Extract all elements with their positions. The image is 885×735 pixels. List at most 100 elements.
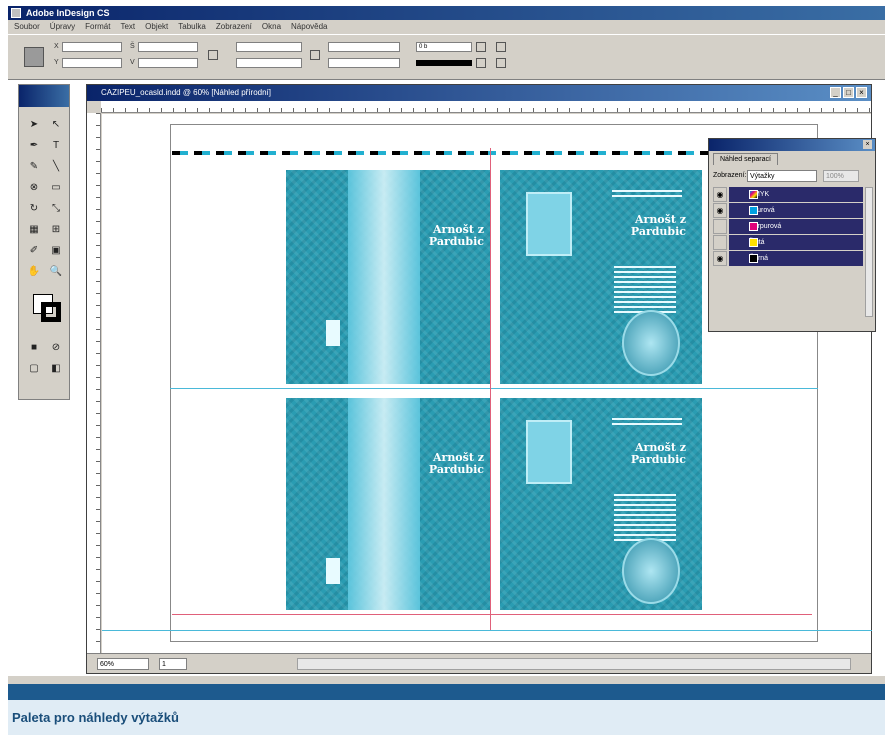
horizontal-ruler[interactable] (101, 101, 871, 113)
horizontal-guide[interactable] (170, 388, 818, 389)
palette-title-bar[interactable]: × (709, 139, 875, 151)
gradient-tool-icon[interactable]: ▦ (25, 220, 43, 238)
toolbox-header (19, 85, 69, 107)
horizontal-guide[interactable] (102, 630, 872, 631)
scale-x-field[interactable] (236, 42, 302, 52)
panel-title: Arnošt z Pardubic (428, 223, 484, 248)
column-artwork (348, 398, 420, 610)
zoom-field[interactable]: 60% (97, 658, 149, 670)
menu-bar: Soubor Úpravy Formát Text Objekt Tabulka… (8, 20, 885, 34)
spread-panel-bottom-right[interactable]: Arnošt z Pardubic (500, 398, 702, 610)
eyedropper-tool-icon[interactable]: ✐ (25, 241, 43, 259)
vertical-guide[interactable] (490, 148, 491, 630)
rotation-field[interactable] (328, 42, 400, 52)
scale-y-field[interactable] (236, 58, 302, 68)
separation-row[interactable]: ◉ Azurová (713, 203, 863, 218)
constrain-proportions-icon[interactable] (208, 50, 218, 60)
fill-stroke-swatches[interactable] (27, 290, 61, 330)
stroke-style-dropdown-icon[interactable] (476, 58, 486, 68)
menu-format[interactable]: Formát (85, 20, 110, 34)
palette-scrollbar[interactable] (865, 187, 873, 317)
menu-table[interactable]: Tabulka (178, 20, 206, 34)
app-title: Adobe InDesign CS (26, 8, 110, 18)
text-block (614, 266, 676, 314)
separation-row[interactable]: ◉ CMYK (713, 187, 863, 202)
app-icon (11, 8, 21, 18)
maximize-button[interactable]: □ (843, 87, 854, 98)
effects-icon[interactable] (496, 42, 506, 52)
menu-edit[interactable]: Úpravy (50, 20, 75, 34)
button-tool-icon[interactable]: ▣ (47, 241, 65, 259)
ellipse-frame-tool-icon[interactable]: ⊗ (25, 178, 43, 196)
eye-icon[interactable] (713, 219, 727, 234)
stroke-swatch[interactable] (41, 302, 61, 322)
stroke-style-swatch[interactable] (416, 60, 472, 66)
bleed-guide (172, 614, 812, 615)
palette-close-icon[interactable]: × (863, 140, 872, 149)
menu-text[interactable]: Text (120, 20, 135, 34)
color-swatch (749, 238, 758, 247)
menu-object[interactable]: Objekt (145, 20, 168, 34)
spread-panel-top-right[interactable]: Arnošt z Pardubic (500, 170, 702, 384)
eye-icon[interactable]: ◉ (713, 251, 727, 266)
pencil-tool-icon[interactable]: ✎ (25, 157, 43, 175)
eye-icon[interactable]: ◉ (713, 187, 727, 202)
stroke-dropdown-icon[interactable] (476, 42, 486, 52)
pen-tool-icon[interactable]: ✒ (25, 136, 43, 154)
color-swatch (749, 222, 758, 231)
separation-row[interactable]: Žlutá (713, 235, 863, 250)
reference-point-icon[interactable] (24, 47, 44, 67)
view-select[interactable]: Výtažky (747, 170, 817, 182)
document-status-bar: 60% 1 (87, 653, 871, 673)
percent-select[interactable]: 100% (823, 170, 859, 182)
height-field[interactable] (138, 58, 198, 68)
minimize-button[interactable]: _ (830, 87, 841, 98)
hand-tool-icon[interactable]: ✋ (25, 262, 43, 280)
spread-panel-top-left[interactable]: Arnošt z Pardubic (286, 170, 490, 384)
separations-list: ◉ CMYK ◉ Azurová Purpurová Žlutá ◉ Černá (713, 187, 863, 267)
y-field[interactable] (62, 58, 122, 68)
direct-selection-tool-icon[interactable]: ↖ (47, 115, 65, 133)
eye-icon[interactable] (713, 235, 727, 250)
menu-help[interactable]: Nápověda (291, 20, 327, 34)
menu-view[interactable]: Zobrazení (216, 20, 252, 34)
separations-tab[interactable]: Náhled separací (713, 153, 778, 165)
logo-mark (326, 320, 340, 346)
horizontal-scrollbar[interactable] (297, 658, 851, 670)
scale-lock-icon[interactable] (310, 50, 320, 60)
type-tool-icon[interactable]: T (47, 136, 65, 154)
rectangle-tool-icon[interactable]: ▭ (47, 178, 65, 196)
close-button[interactable]: × (856, 87, 867, 98)
vertical-ruler[interactable] (87, 113, 101, 653)
text-block (612, 418, 682, 428)
apply-none-icon[interactable]: ⊘ (47, 338, 65, 356)
menu-window[interactable]: Okna (262, 20, 281, 34)
rotate-tool-icon[interactable]: ↻ (25, 199, 43, 217)
panel-title: Arnošt z Pardubic (428, 451, 484, 476)
eye-icon[interactable]: ◉ (713, 203, 727, 218)
spread-panel-bottom-left[interactable]: Arnošt z Pardubic (286, 398, 490, 610)
selection-tool-icon[interactable]: ➤ (25, 115, 43, 133)
document-title-bar: CAZIPEU_ocasld.indd @ 60% [Náhled přírod… (87, 85, 871, 101)
preview-view-icon[interactable]: ◧ (47, 359, 65, 377)
apply-color-icon[interactable]: ■ (25, 338, 43, 356)
x-field[interactable] (62, 42, 122, 52)
oval-artwork (622, 310, 680, 376)
free-transform-tool-icon[interactable]: ⊞ (47, 220, 65, 238)
line-tool-icon[interactable]: ╲ (47, 157, 65, 175)
normal-view-icon[interactable]: ▢ (25, 359, 43, 377)
scale-tool-icon[interactable]: ⤡ (47, 199, 65, 217)
page-field[interactable]: 1 (159, 658, 187, 670)
width-field[interactable] (138, 42, 198, 52)
menu-file[interactable]: Soubor (14, 20, 40, 34)
text-block (614, 494, 676, 542)
stroke-weight-field[interactable]: 0 b (416, 42, 472, 52)
shear-field[interactable] (328, 58, 400, 68)
zoom-tool-icon[interactable]: 🔍 (47, 262, 65, 280)
text-block (612, 190, 682, 200)
toolbox: ➤ ↖ ✒ T ✎ ╲ ⊗ ▭ ↻ ⤡ ▦ ⊞ ✐ ▣ ✋ 🔍 ■ ⊘ ▢ ◧ (18, 84, 70, 400)
separation-row[interactable]: Purpurová (713, 219, 863, 234)
x-label: X (54, 43, 59, 50)
separation-row[interactable]: ◉ Černá (713, 251, 863, 266)
frame-fitting-icon[interactable] (496, 58, 506, 68)
